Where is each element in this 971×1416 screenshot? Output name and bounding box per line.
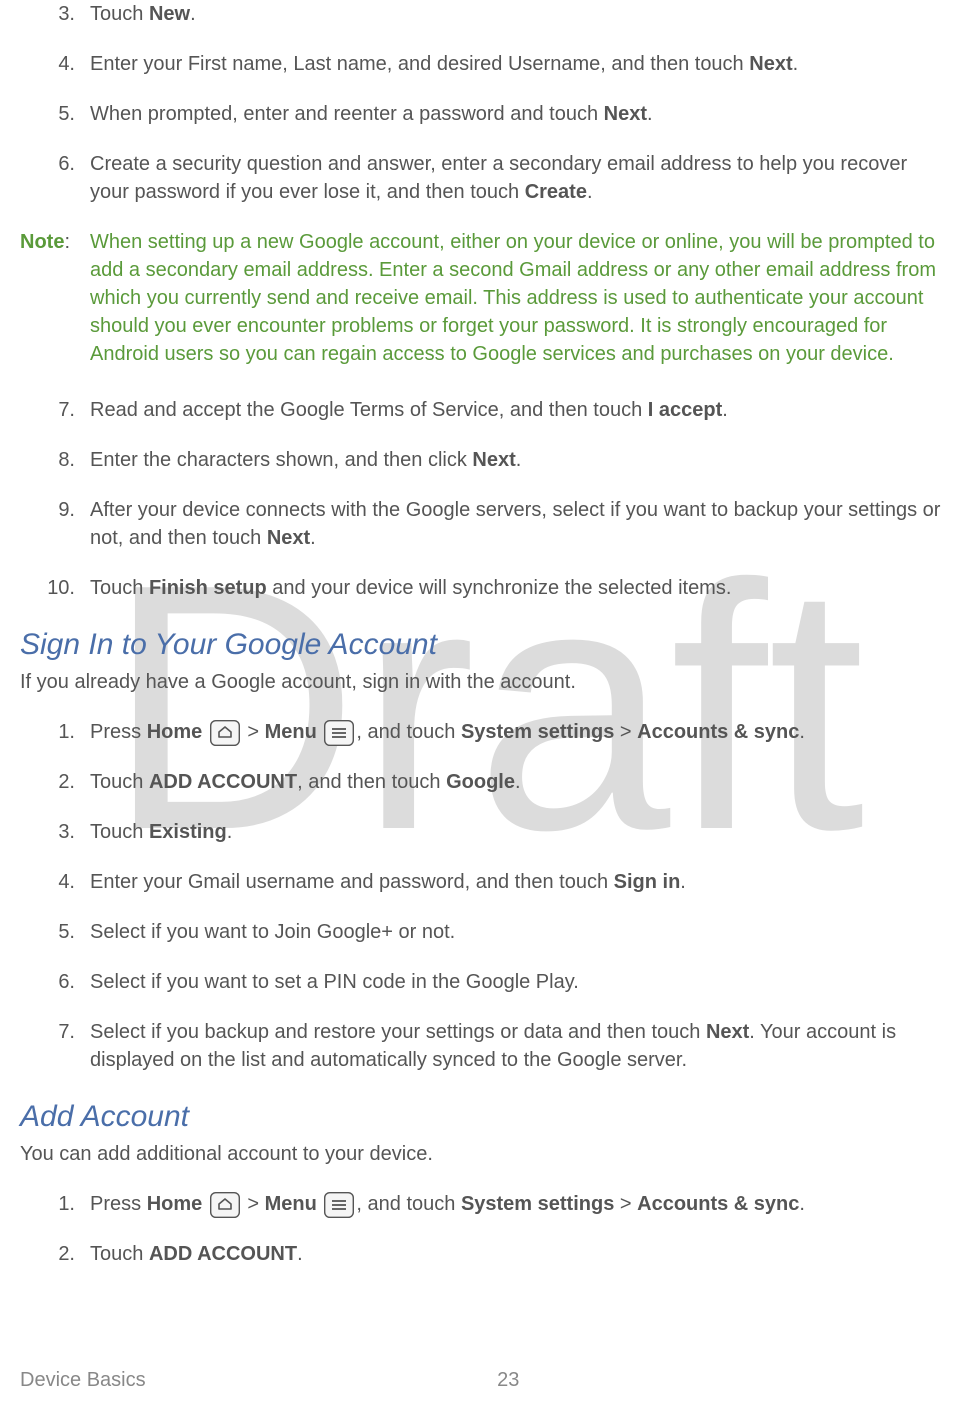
step-text: Select if you want to set a PIN code in … <box>90 968 951 996</box>
bold-text: System settings <box>461 721 614 743</box>
step-number: 5. <box>20 100 90 128</box>
step-list-b: 7.Read and accept the Google Terms of Se… <box>20 396 951 602</box>
list-item: 1.Press Home > Menu , and touch System s… <box>20 1190 951 1218</box>
step-number: 6. <box>20 968 90 996</box>
step-text: Enter your Gmail username and password, … <box>90 868 951 896</box>
step-text: Touch ADD ACCOUNT. <box>90 1240 951 1268</box>
bold-text: Finish setup <box>149 577 267 599</box>
step-list-a: 3.Touch New.4.Enter your First name, Las… <box>20 0 951 206</box>
bold-text: Next <box>749 53 792 75</box>
menu-icon <box>324 1192 354 1218</box>
footer-page-number: 23 <box>66 1366 951 1394</box>
menu-icon <box>324 720 354 746</box>
step-number: 5. <box>20 918 90 946</box>
list-item: 2.Touch ADD ACCOUNT, and then touch Goog… <box>20 768 951 796</box>
list-item: 5.Select if you want to Join Google+ or … <box>20 918 951 946</box>
list-item: 10.Touch Finish setup and your device wi… <box>20 574 951 602</box>
bold-text: Home <box>147 1193 203 1215</box>
step-text: Select if you want to Join Google+ or no… <box>90 918 951 946</box>
bold-text: Accounts & sync <box>637 1193 799 1215</box>
step-number: 4. <box>20 868 90 896</box>
bold-text: Accounts & sync <box>637 721 799 743</box>
note-text: When setting up a new Google account, ei… <box>90 228 951 368</box>
step-number: 2. <box>20 768 90 796</box>
bold-text: Home <box>147 721 203 743</box>
list-item: 4.Enter your First name, Last name, and … <box>20 50 951 78</box>
step-text: Press Home > Menu , and touch System set… <box>90 1190 951 1218</box>
bold-text: Next <box>472 449 515 471</box>
list-item: 3.Touch New. <box>20 0 951 28</box>
home-icon <box>210 720 240 746</box>
list-item: 6.Create a security question and answer,… <box>20 150 951 206</box>
note-block: Note: When setting up a new Google accou… <box>20 228 951 368</box>
bold-text: Next <box>267 527 310 549</box>
step-number: 6. <box>20 150 90 206</box>
bold-text: Menu <box>265 721 317 743</box>
list-item: 4.Enter your Gmail username and password… <box>20 868 951 896</box>
step-text: Touch Finish setup and your device will … <box>90 574 951 602</box>
step-text: When prompted, enter and reenter a passw… <box>90 100 951 128</box>
step-list-signin: 1.Press Home > Menu , and touch System s… <box>20 718 951 1074</box>
bold-text: Next <box>604 103 647 125</box>
bold-text: Create <box>525 181 587 203</box>
page-footer: Device Basics 23 <box>20 1366 951 1394</box>
step-number: 1. <box>20 1190 90 1218</box>
step-number: 2. <box>20 1240 90 1268</box>
step-number: 1. <box>20 718 90 746</box>
step-text: Touch New. <box>90 0 951 28</box>
list-item: 2.Touch ADD ACCOUNT. <box>20 1240 951 1268</box>
lead-add-account: You can add additional account to your d… <box>20 1140 951 1168</box>
bold-text: Existing <box>149 821 227 843</box>
list-item: 7.Select if you backup and restore your … <box>20 1018 951 1074</box>
home-icon <box>210 1192 240 1218</box>
list-item: 7.Read and accept the Google Terms of Se… <box>20 396 951 424</box>
step-number: 3. <box>20 0 90 28</box>
bold-text: Sign in <box>614 871 681 893</box>
step-number: 3. <box>20 818 90 846</box>
lead-sign-in: If you already have a Google account, si… <box>20 668 951 696</box>
list-item: 6.Select if you want to set a PIN code i… <box>20 968 951 996</box>
step-text: After your device connects with the Goog… <box>90 496 951 552</box>
step-text: Enter your First name, Last name, and de… <box>90 50 951 78</box>
list-item: 9.After your device connects with the Go… <box>20 496 951 552</box>
heading-sign-in: Sign In to Your Google Account <box>20 624 951 666</box>
step-number: 8. <box>20 446 90 474</box>
step-number: 9. <box>20 496 90 552</box>
step-text: Touch ADD ACCOUNT, and then touch Google… <box>90 768 951 796</box>
step-number: 7. <box>20 1018 90 1074</box>
step-text: Enter the characters shown, and then cli… <box>90 446 951 474</box>
bold-text: Google <box>446 771 515 793</box>
bold-text: New <box>149 3 190 25</box>
step-list-add: 1.Press Home > Menu , and touch System s… <box>20 1190 951 1268</box>
step-number: 4. <box>20 50 90 78</box>
step-number: 7. <box>20 396 90 424</box>
list-item: 8.Enter the characters shown, and then c… <box>20 446 951 474</box>
list-item: 5.When prompted, enter and reenter a pas… <box>20 100 951 128</box>
step-text: Select if you backup and restore your se… <box>90 1018 951 1074</box>
step-text: Touch Existing. <box>90 818 951 846</box>
heading-add-account: Add Account <box>20 1096 951 1138</box>
list-item: 1.Press Home > Menu , and touch System s… <box>20 718 951 746</box>
step-text: Read and accept the Google Terms of Serv… <box>90 396 951 424</box>
list-item: 3.Touch Existing. <box>20 818 951 846</box>
bold-text: ADD ACCOUNT <box>149 771 297 793</box>
bold-text: I accept <box>648 399 722 421</box>
bold-text: Next <box>706 1021 749 1043</box>
note-label: Note: <box>20 228 90 368</box>
step-number: 10. <box>20 574 90 602</box>
page-content: 3.Touch New.4.Enter your First name, Las… <box>0 0 971 1268</box>
bold-text: Menu <box>265 1193 317 1215</box>
step-text: Press Home > Menu , and touch System set… <box>90 718 951 746</box>
bold-text: System settings <box>461 1193 614 1215</box>
step-text: Create a security question and answer, e… <box>90 150 951 206</box>
bold-text: ADD ACCOUNT <box>149 1243 297 1265</box>
